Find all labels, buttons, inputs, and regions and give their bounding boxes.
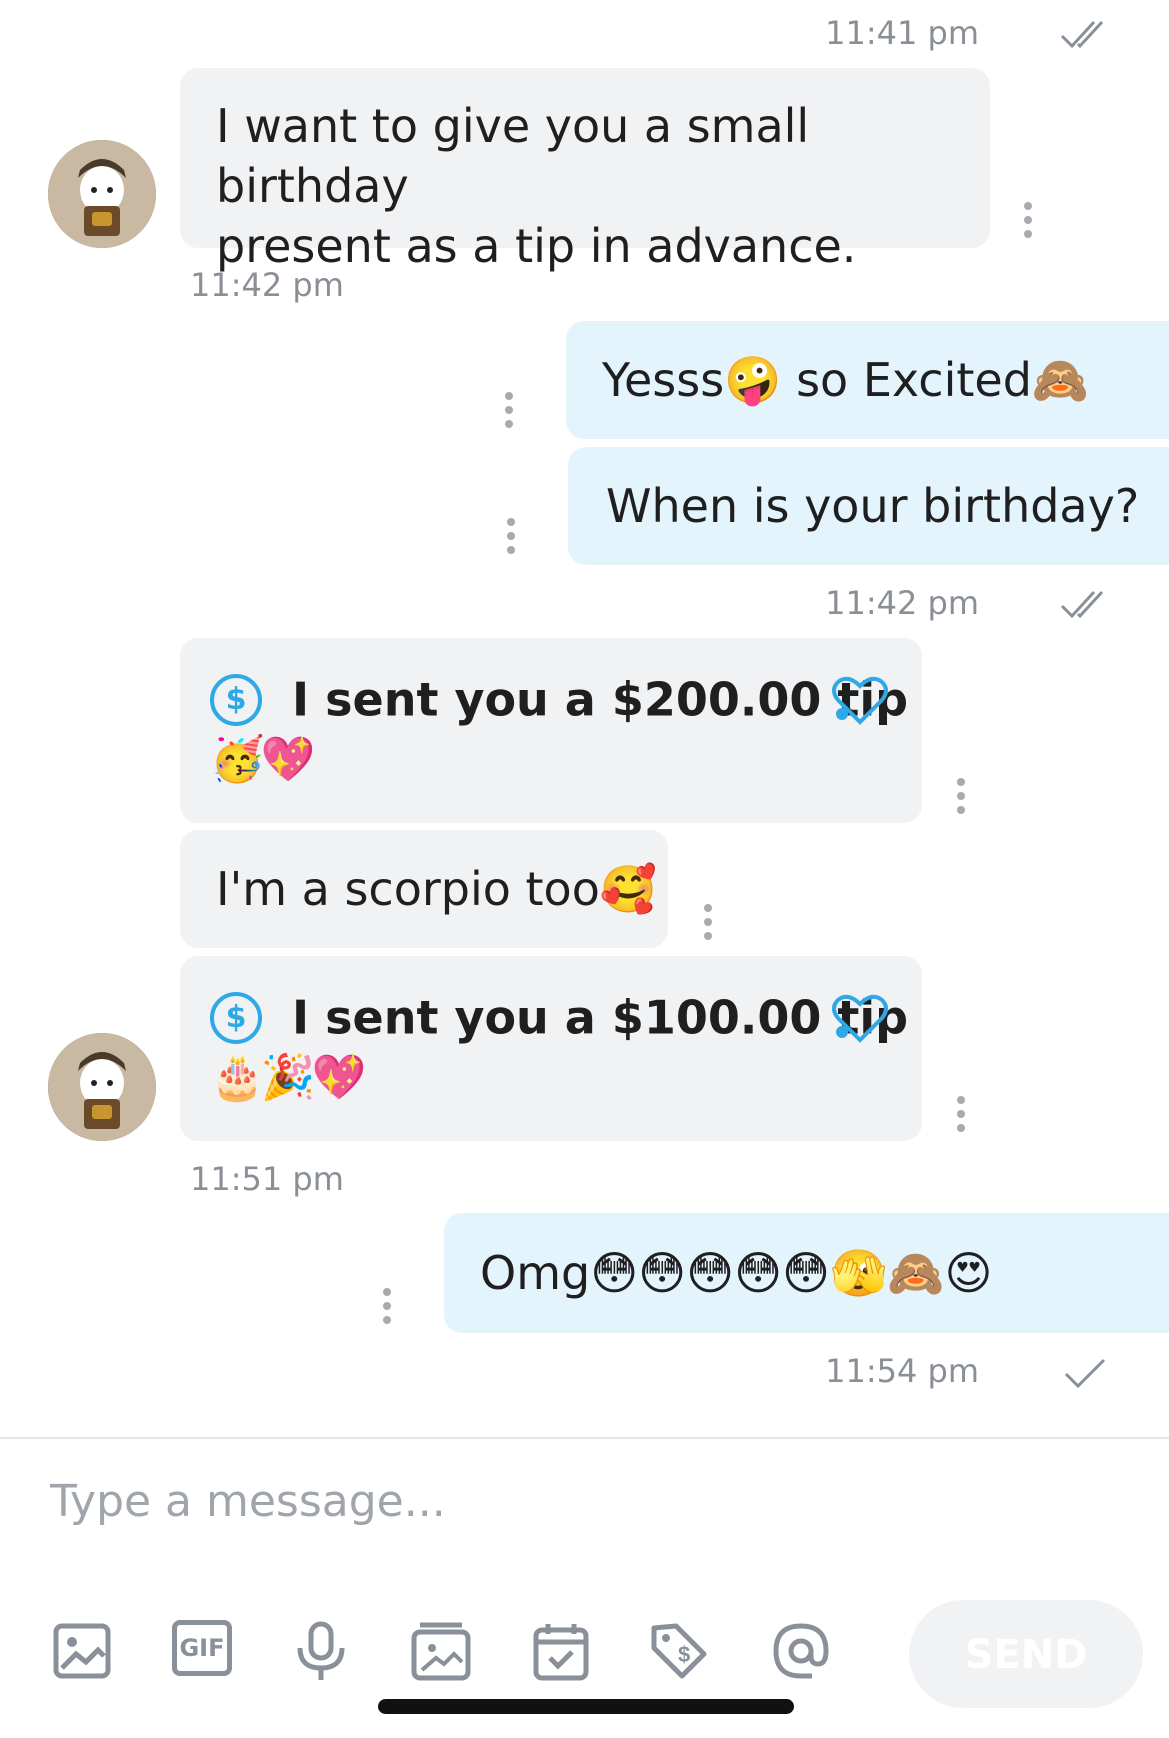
tip-text: I sent you a $100.00 tip xyxy=(292,990,909,1045)
price-tag-icon[interactable]: $ xyxy=(648,1620,710,1682)
message-text: Omg😳😳😳😳😳🫣🙈😍 xyxy=(480,1246,993,1300)
outgoing-message-bubble[interactable]: Omg😳😳😳😳😳🫣🙈😍 xyxy=(444,1213,1169,1333)
double-check-icon xyxy=(1060,20,1104,49)
mention-icon[interactable] xyxy=(770,1620,832,1682)
message-options-icon[interactable] xyxy=(382,1288,392,1330)
message-options-icon[interactable] xyxy=(956,778,966,820)
heart-outline-icon[interactable] xyxy=(830,674,890,726)
tip-dollar-icon: $ xyxy=(210,991,262,1044)
tip-message-bubble[interactable]: $ I sent you a $100.00 tip 🎂🎉💖 xyxy=(180,956,922,1141)
message-emojis: 🎂🎉💖 xyxy=(210,1051,366,1103)
avatar[interactable] xyxy=(48,1033,156,1141)
composer-divider xyxy=(0,1437,1169,1439)
message-timestamp: 11:42 pm xyxy=(190,266,344,304)
message-timestamp: 11:42 pm xyxy=(825,584,979,622)
message-timestamp: 11:51 pm xyxy=(190,1160,344,1198)
avatar[interactable] xyxy=(48,140,156,248)
tip-message-bubble[interactable]: $ I sent you a $200.00 tip 🥳💖 xyxy=(180,638,922,823)
image-icon[interactable] xyxy=(52,1620,114,1682)
tip-text: I sent you a $200.00 tip xyxy=(292,672,909,727)
message-timestamp: 11:54 pm xyxy=(825,1352,979,1390)
message-text: I want to give you a small birthday xyxy=(216,99,810,213)
microphone-icon[interactable] xyxy=(290,1620,352,1682)
incoming-message-bubble[interactable]: I want to give you a small birthday pres… xyxy=(180,68,990,273)
message-options-icon[interactable] xyxy=(703,904,713,946)
avatar-image xyxy=(48,140,156,248)
heart-outline-icon[interactable] xyxy=(830,992,890,1044)
outgoing-message-bubble[interactable]: Yesss🤪 so Excited🙈 xyxy=(566,321,1169,439)
double-check-icon xyxy=(1060,590,1104,619)
message-emojis: 🥳💖 xyxy=(210,733,316,785)
incoming-message-bubble[interactable]: I'm a scorpio too🥰 xyxy=(180,830,668,948)
message-options-icon[interactable] xyxy=(1023,202,1033,244)
media-vault-icon[interactable] xyxy=(410,1620,472,1682)
avatar-image xyxy=(48,1033,156,1141)
gif-icon[interactable]: GIF xyxy=(172,1620,232,1676)
message-options-icon[interactable] xyxy=(506,518,516,560)
message-text: Yesss🤪 so Excited🙈 xyxy=(602,353,1090,407)
message-timestamp: 11:41 pm xyxy=(825,14,979,52)
svg-text:$: $ xyxy=(678,1642,690,1667)
message-options-icon[interactable] xyxy=(956,1096,966,1138)
message-options-icon[interactable] xyxy=(504,392,514,434)
send-button[interactable]: SEND xyxy=(909,1600,1143,1708)
outgoing-message-bubble[interactable]: When is your birthday? xyxy=(568,447,1169,565)
home-indicator xyxy=(378,1699,794,1714)
message-text: I'm a scorpio too🥰 xyxy=(216,862,658,916)
message-input[interactable] xyxy=(48,1475,1112,1528)
message-text: When is your birthday? xyxy=(606,479,1140,533)
tip-dollar-icon: $ xyxy=(210,673,262,726)
schedule-calendar-icon[interactable] xyxy=(530,1620,592,1682)
check-icon xyxy=(1064,1358,1106,1389)
